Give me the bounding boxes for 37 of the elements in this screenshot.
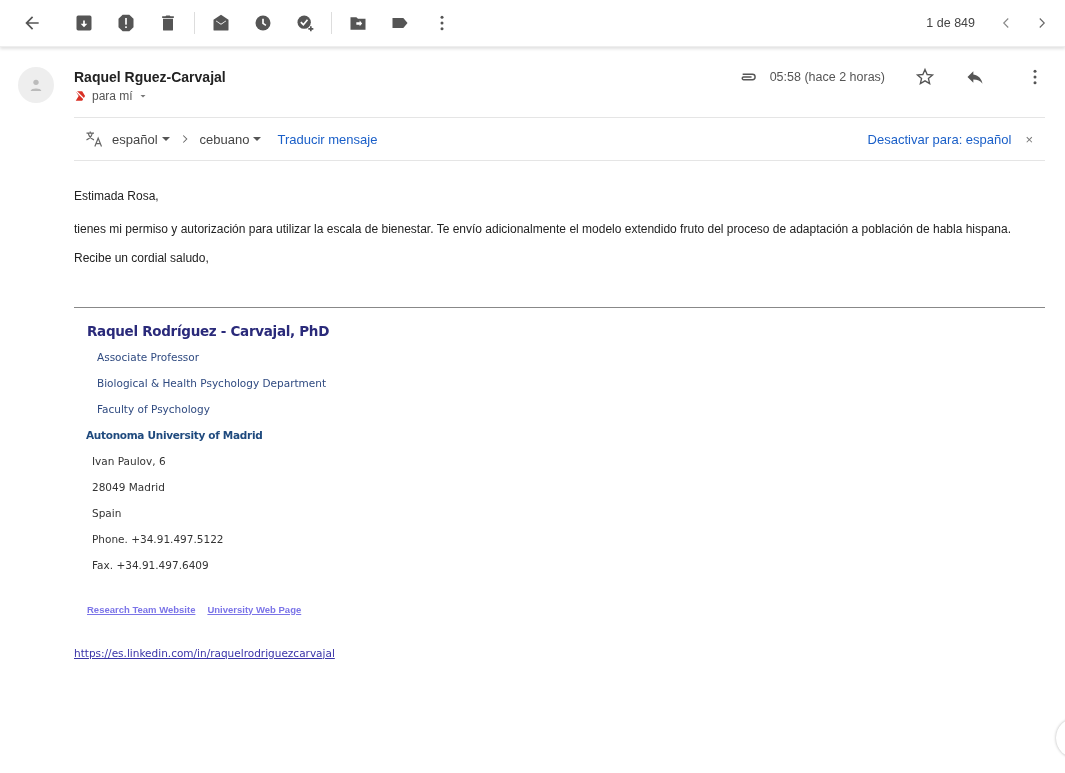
- signature-title: Biological & Health Psychology Department: [97, 375, 328, 391]
- close-button[interactable]: ×: [1025, 131, 1033, 147]
- page-counter: 1 de 849: [926, 16, 975, 30]
- sender-name: Raquel Rguez-Carvajal: [74, 69, 227, 85]
- spam-icon[interactable]: [116, 13, 136, 33]
- star-icon[interactable]: [915, 67, 935, 87]
- attachment-icon: [739, 73, 756, 81]
- clock-icon[interactable]: [253, 13, 273, 33]
- task-add-icon[interactable]: [295, 13, 315, 33]
- message-paragraph: Estimada Rosa,: [74, 188, 160, 205]
- avatar: [18, 67, 54, 103]
- caret-icon: [253, 137, 262, 141]
- translate-icon: [84, 129, 104, 149]
- signature-title: Faculty of Psychology: [97, 401, 211, 417]
- signature-address-line: Spain: [92, 505, 123, 521]
- archive-icon[interactable]: [74, 13, 94, 33]
- important-marker-icon: [74, 89, 88, 103]
- signature-name: Raquel Rodríguez - Carvajal, PhD: [87, 321, 331, 341]
- signature-link[interactable]: Research Team Website: [87, 601, 196, 617]
- signature-link[interactable]: University Web Page: [207, 601, 302, 617]
- source-language-dropdown[interactable]: español: [112, 131, 170, 147]
- disable-translation-link[interactable]: Desactivar para: español: [867, 131, 1012, 147]
- translate-link[interactable]: Traducir mensaje: [277, 131, 378, 147]
- recipient[interactable]: para mí: [92, 89, 133, 103]
- signature-address-line: Phone. +34.91.497.5122: [92, 531, 225, 547]
- signature-title: Associate Professor: [97, 349, 201, 365]
- caret-icon: [161, 137, 170, 141]
- message-time: 05:58 (hace 2 horas): [769, 70, 885, 84]
- message-paragraph: tienes mi permiso y autorización para utilizar la escala de bienestar. Te envío adicionalmente el modelo extendido fruto del proceso de adaptación a población de habla hispana.: [74, 221, 1013, 239]
- message-paragraph: Recibe un cordial saludo,: [74, 250, 210, 268]
- envelope-icon[interactable]: [211, 13, 231, 33]
- signature-address-line: Fax. +34.91.497.6409: [92, 557, 210, 573]
- profile-link[interactable]: https://es.linkedin.com/in/raquelrodriguezcarvajal: [74, 644, 335, 662]
- signature-address-line: 28049 Madrid: [92, 479, 166, 495]
- target-language-dropdown[interactable]: cebuano: [199, 131, 262, 147]
- signature-organization: Autonoma University of Madrid: [86, 427, 264, 443]
- signature-address-line: Ivan Paulov, 6: [92, 453, 167, 469]
